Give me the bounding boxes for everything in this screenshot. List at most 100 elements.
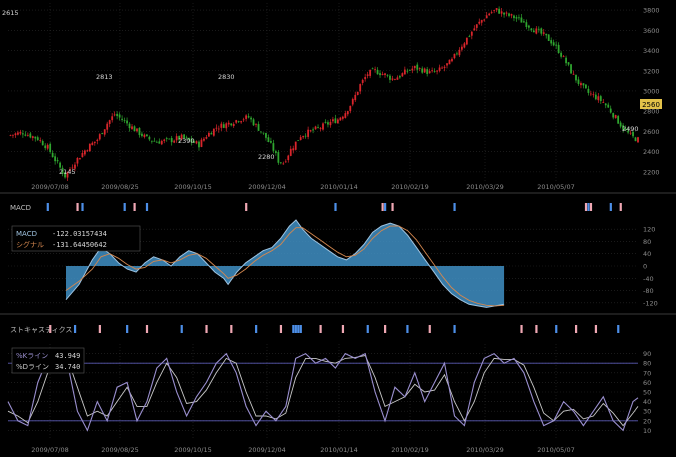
- stochastics-legend-value-1: 34.740: [55, 363, 80, 371]
- stochastics-x-tick-label-4: 2010/01/14: [320, 446, 357, 454]
- candle-body: [339, 117, 342, 121]
- candle-body: [510, 14, 513, 16]
- stochastics-signal-marker-16: [366, 325, 369, 333]
- candle-body: [227, 122, 230, 125]
- stochastics-y-tick-label-8: 10: [643, 427, 651, 435]
- candle-body: [336, 119, 339, 124]
- candle-body: [418, 67, 421, 69]
- candle-body: [532, 30, 535, 33]
- candle-body: [369, 69, 372, 76]
- candle-body: [250, 117, 252, 120]
- candle-body: [148, 136, 151, 140]
- candle-body: [594, 94, 597, 100]
- candle-body: [317, 127, 319, 128]
- stochastics-signal-marker-7: [230, 325, 233, 333]
- price-annotation-1: 2145: [59, 168, 76, 176]
- candle-body: [133, 126, 136, 132]
- candle-body: [292, 148, 295, 151]
- candle-body: [237, 121, 240, 123]
- candle-body: [637, 137, 639, 143]
- candle-body: [523, 21, 525, 23]
- candle-body: [106, 123, 109, 130]
- candle-body: [376, 69, 379, 75]
- price-x-tick-label-7: 2010/05/07: [537, 183, 574, 191]
- candle-body: [168, 138, 171, 140]
- candle-body: [406, 70, 409, 72]
- candle-body: [49, 143, 52, 153]
- stochastics-signal-marker-25: [594, 325, 598, 333]
- candle-body: [101, 133, 104, 135]
- candle-body: [255, 123, 257, 125]
- candle-body: [587, 88, 590, 93]
- candle-body: [307, 129, 310, 137]
- candle-body: [545, 33, 548, 36]
- candle-body: [36, 137, 39, 141]
- price-x-tick-label-4: 2010/01/14: [320, 183, 357, 191]
- stochastics-signal-marker-12: [297, 325, 300, 333]
- candle-body: [245, 115, 248, 119]
- candle-body: [143, 134, 146, 138]
- candle-body: [173, 140, 176, 143]
- price-y-tick-label-7: 3600: [643, 27, 660, 35]
- macd-y-tick-label-5: -80: [643, 287, 654, 295]
- candle-body: [604, 103, 607, 106]
- macd-signal-marker-9: [384, 203, 387, 211]
- macd-signal-marker-3: [123, 203, 126, 211]
- candle-body: [488, 13, 491, 16]
- candle-body: [93, 141, 96, 144]
- candle-body: [83, 150, 86, 155]
- candle-body: [570, 64, 572, 74]
- candle-body: [614, 115, 617, 119]
- candle-body: [128, 123, 131, 129]
- candle-body: [123, 120, 126, 122]
- stochastics-y-tick-label-5: 40: [643, 398, 651, 406]
- macd-signal-marker-15: [609, 203, 612, 211]
- candle-body: [113, 114, 116, 116]
- stochastics-signal-marker-26: [617, 325, 620, 333]
- candle-body: [220, 123, 223, 128]
- candle-body: [361, 79, 364, 83]
- stochastics-y-axis: 90 8070 60 5040 3020 10: [643, 350, 651, 435]
- candle-body: [490, 12, 493, 14]
- macd-legend-name-1: シグナル: [16, 240, 44, 249]
- candle-body: [332, 119, 334, 122]
- stochastics-signal-marker-23: [555, 325, 558, 333]
- candle-body: [274, 151, 277, 153]
- candle-body: [289, 148, 292, 156]
- stochastics-signal-marker-24: [574, 325, 578, 333]
- candle-body: [589, 93, 592, 95]
- candle-body: [607, 104, 610, 108]
- macd-y-tick-label-0: 120: [643, 226, 655, 234]
- stochastics-signal-marker-5: [180, 325, 183, 333]
- candle-body: [480, 20, 483, 23]
- candle-body: [242, 119, 245, 121]
- candle-body: [86, 150, 89, 152]
- candle-body: [319, 128, 322, 129]
- current-price-tag: 2560: [640, 99, 662, 109]
- candle-body: [304, 135, 307, 137]
- candle-body: [54, 156, 57, 162]
- macd-signal-marker-12: [584, 203, 588, 211]
- candle-body: [609, 108, 612, 113]
- candle-body: [9, 135, 12, 136]
- candle-body: [602, 102, 605, 103]
- macd-legend-name-0: MACD: [16, 230, 37, 238]
- candle-body: [96, 139, 99, 141]
- candle-body: [51, 152, 54, 158]
- macd-signal-marker-1: [76, 203, 79, 211]
- candle-body: [562, 56, 565, 58]
- candle-body: [433, 71, 436, 73]
- candle-body: [324, 121, 327, 123]
- candle-body: [217, 128, 220, 130]
- candle-body: [617, 116, 620, 124]
- stochastics-signal-marker-15: [341, 325, 345, 333]
- price-x-tick-label-6: 2010/03/29: [466, 183, 503, 191]
- candle-body: [270, 141, 272, 143]
- candle-body: [14, 133, 17, 136]
- candle-body: [17, 132, 19, 135]
- candle-body: [46, 144, 49, 149]
- price-annotation-4: 2830: [218, 73, 235, 81]
- price-y-tick-label-4: 3000: [643, 87, 660, 95]
- candle-body: [423, 68, 426, 73]
- candle-body: [508, 13, 510, 16]
